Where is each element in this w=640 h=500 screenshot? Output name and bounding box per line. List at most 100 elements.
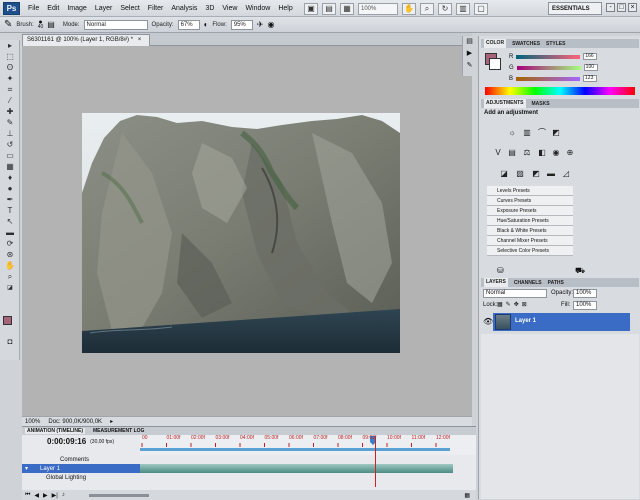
brush-preset-picker[interactable]: ● 40 xyxy=(38,19,44,30)
zoom-tool-icon[interactable]: ⌕ xyxy=(3,272,17,282)
document-image[interactable] xyxy=(82,113,400,353)
tab-layers[interactable]: LAYERS xyxy=(484,278,508,287)
current-timecode[interactable]: 0:00:09:16 xyxy=(47,437,86,446)
screen-mode-icon[interactable]: ▢ xyxy=(474,2,488,15)
lock-all-icon[interactable]: ⊠ xyxy=(522,301,527,308)
preset-hue-saturation[interactable]: Hue/Saturation Presets xyxy=(487,216,573,226)
tab-measurement-log[interactable]: MEASUREMENT LOG xyxy=(93,428,144,434)
crop-tool-icon[interactable]: ⌗ xyxy=(3,85,17,95)
previous-frame-icon[interactable]: ◀ xyxy=(34,492,39,499)
curves-icon[interactable]: ⌒ xyxy=(537,128,547,137)
tab-styles[interactable]: STYLES xyxy=(546,41,565,47)
tablet-pressure-icon[interactable]: ◉ xyxy=(267,20,274,29)
layer-1-duration-bar[interactable] xyxy=(140,464,453,473)
visibility-eye-icon[interactable]: 👁 xyxy=(483,317,493,326)
exposure-icon[interactable]: ◩ xyxy=(551,128,561,137)
color-panel-background-swatch[interactable] xyxy=(489,58,501,70)
black-white-icon[interactable]: ◧ xyxy=(537,148,547,157)
vibrance-icon[interactable]: V xyxy=(493,148,503,157)
blend-mode-select[interactable]: Normal xyxy=(483,289,547,298)
menu-select[interactable]: Select xyxy=(116,5,143,12)
first-frame-icon[interactable]: ⏮ xyxy=(25,492,30,499)
eraser-tool-icon[interactable]: ▭ xyxy=(3,151,17,161)
layer-1-track-header[interactable]: ▾ Layer 1 xyxy=(22,464,140,473)
menu-edit[interactable]: Edit xyxy=(43,5,63,12)
type-tool-icon[interactable]: T xyxy=(3,206,17,216)
hand-icon[interactable]: ✋ xyxy=(402,2,416,15)
selective-color-icon[interactable]: ◿ xyxy=(561,169,571,178)
flow-field[interactable]: 95% xyxy=(230,19,253,30)
layer-row-layer-1[interactable]: Layer 1 xyxy=(493,313,630,331)
tab-color[interactable]: COLOR xyxy=(484,39,507,48)
threshold-icon[interactable]: ◩ xyxy=(531,169,541,178)
history-panel-icon[interactable]: ▤ xyxy=(463,36,476,48)
play-icon[interactable]: ▶ xyxy=(43,492,48,499)
adjustment-clip-icon[interactable]: ⛁ xyxy=(497,266,504,275)
fill-field[interactable]: 100% xyxy=(573,301,597,310)
convert-to-frame-icon[interactable]: ▦ xyxy=(464,492,470,499)
color-ramp[interactable] xyxy=(485,87,635,95)
tab-swatches[interactable]: SWATCHES xyxy=(512,41,540,47)
green-value[interactable]: 100 xyxy=(583,64,598,71)
levels-icon[interactable]: ▥ xyxy=(522,128,532,137)
brush-tool-icon[interactable]: ✎ xyxy=(3,118,17,128)
adjustment-truck-icon[interactable]: ⛟ xyxy=(575,266,585,276)
blue-slider[interactable] xyxy=(516,76,581,81)
menu-filter[interactable]: Filter xyxy=(144,5,168,12)
path-selection-tool-icon[interactable]: ↖ xyxy=(3,217,17,227)
tab-animation-timeline[interactable]: ANIMATION (TIMELINE) xyxy=(25,428,86,434)
red-value[interactable]: 166 xyxy=(583,53,598,60)
menu-image[interactable]: Image xyxy=(63,5,90,12)
shape-tool-icon[interactable]: ▬ xyxy=(3,228,17,238)
mini-bridge-icon[interactable]: ▤ xyxy=(322,2,336,15)
hue-saturation-icon[interactable]: ▤ xyxy=(507,148,517,157)
tab-masks[interactable]: MASKS xyxy=(532,101,550,107)
preset-levels[interactable]: Levels Presets xyxy=(487,186,573,196)
airbrush-icon[interactable]: ✈ xyxy=(257,20,264,29)
healing-brush-tool-icon[interactable]: ✚ xyxy=(3,107,17,117)
zoom-slider[interactable] xyxy=(88,493,149,497)
menu-3d[interactable]: 3D xyxy=(201,5,218,12)
expand-arrow-icon[interactable]: ▾ xyxy=(25,465,28,472)
brightness-contrast-icon[interactable]: ☼ xyxy=(507,128,517,137)
preset-selective-color[interactable]: Selective Color Presets xyxy=(487,246,573,256)
menu-analysis[interactable]: Analysis xyxy=(167,5,201,12)
preset-curves[interactable]: Curves Presets xyxy=(487,196,573,206)
color-balance-icon[interactable]: ⚖ xyxy=(522,148,532,157)
default-colors-icon[interactable]: ◪ xyxy=(3,283,17,293)
layer-opacity-field[interactable]: 100% xyxy=(573,289,597,298)
mode-select[interactable]: Normal xyxy=(83,19,148,30)
foreground-color-swatch[interactable] xyxy=(3,316,12,325)
tab-paths[interactable]: PATHS xyxy=(548,280,564,286)
next-frame-icon[interactable]: ▶| xyxy=(52,492,58,499)
3d-orbit-tool-icon[interactable]: ⊛ xyxy=(3,250,17,260)
blur-tool-icon[interactable]: ♦ xyxy=(3,173,17,183)
bridge-icon[interactable]: ▣ xyxy=(304,2,318,15)
preset-exposure[interactable]: Exposure Presets xyxy=(487,206,573,216)
menu-view[interactable]: View xyxy=(218,5,241,12)
red-slider[interactable] xyxy=(516,54,581,59)
posterize-icon[interactable]: ▨ xyxy=(515,169,525,178)
zoom-level-select[interactable]: 100% xyxy=(358,2,398,15)
audio-icon[interactable]: ♪ xyxy=(62,492,65,498)
menu-help[interactable]: Help xyxy=(274,5,296,12)
preset-channel-mixer[interactable]: Channel Mixer Presets xyxy=(487,236,573,246)
menu-file[interactable]: File xyxy=(24,5,43,12)
quick-select-tool-icon[interactable]: ✦ xyxy=(3,74,17,84)
opacity-pressure-icon[interactable]: ◐ xyxy=(204,20,209,29)
dodge-tool-icon[interactable]: ● xyxy=(3,184,17,194)
tab-channels[interactable]: CHANNELS xyxy=(514,280,542,286)
gradient-tool-icon[interactable]: ▦ xyxy=(3,162,17,172)
brush-tool-icon[interactable]: ✎ xyxy=(4,19,12,30)
maximize-icon[interactable]: □ xyxy=(617,3,626,12)
brush-panel-icon[interactable]: ✎ xyxy=(463,60,476,72)
actions-panel-icon[interactable]: ▶ xyxy=(463,48,476,60)
blue-value[interactable]: 123 xyxy=(583,75,598,82)
workspace-switcher[interactable]: ESSENTIALS xyxy=(548,2,602,15)
menu-window[interactable]: Window xyxy=(241,5,274,12)
channel-mixer-icon[interactable]: ⊕ xyxy=(565,148,575,157)
rotate-view-icon[interactable]: ↻ xyxy=(438,2,452,15)
zoom-icon[interactable]: ⌕ xyxy=(420,2,434,15)
photo-filter-icon[interactable]: ◉ xyxy=(551,148,561,157)
opacity-field[interactable]: 67% xyxy=(177,19,200,30)
